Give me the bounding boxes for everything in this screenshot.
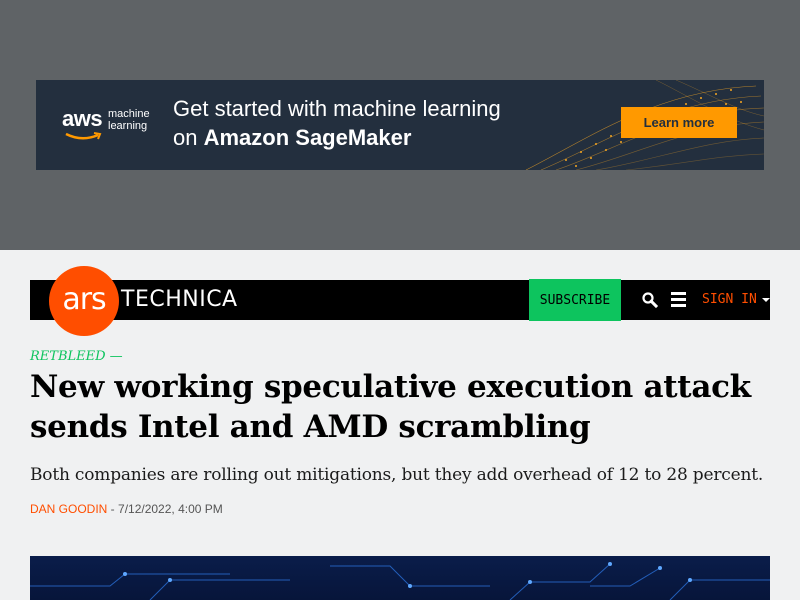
ad-learn-more-button[interactable]: Learn more [621,107,737,138]
author-link[interactable]: Dan Goodin [30,502,107,516]
article-dek: Both companies are rolling out mitigatio… [30,465,764,485]
aws-logo: aws machine learning [62,104,162,144]
byline-separator: - [107,502,119,516]
ad-headline: Get started with machine learning on Ama… [173,94,501,152]
aws-logo-subtitle: machine learning [108,108,150,132]
sign-in-label: SIGN IN [702,292,757,307]
subscribe-button[interactable]: SUBSCRIBE [529,279,621,321]
circuit-graphic [30,562,770,600]
logo-technica[interactable]: TECHNICA [121,280,238,320]
menu-icon[interactable] [671,292,687,308]
ad-headline-line1: Get started with machine learning [173,96,501,121]
sign-in-link[interactable]: SIGN IN [702,280,770,320]
ad-headline-line2: on Amazon SageMaker [173,123,501,152]
hero-image [30,556,770,600]
publish-date: 7/12/2022, 4:00 PM [118,502,223,516]
logo-ars[interactable]: ars [49,280,119,320]
search-icon[interactable] [641,291,659,309]
ad-banner[interactable]: aws machine learning Get started with ma… [36,80,764,170]
ad-zone: aws machine learning Get started with ma… [0,0,800,250]
article-byline: Dan Goodin - 7/12/2022, 4:00 PM [30,501,223,517]
ad-headline-product: Amazon SageMaker [203,125,412,150]
chevron-down-icon [761,298,770,302]
article-headline: New working speculative execution attack… [30,369,751,445]
article-kicker[interactable]: RETBLEED — [30,349,123,364]
aws-smile-icon [65,132,102,140]
ad-headline-prefix: on [173,125,204,150]
aws-logo-word: aws [62,106,103,131]
